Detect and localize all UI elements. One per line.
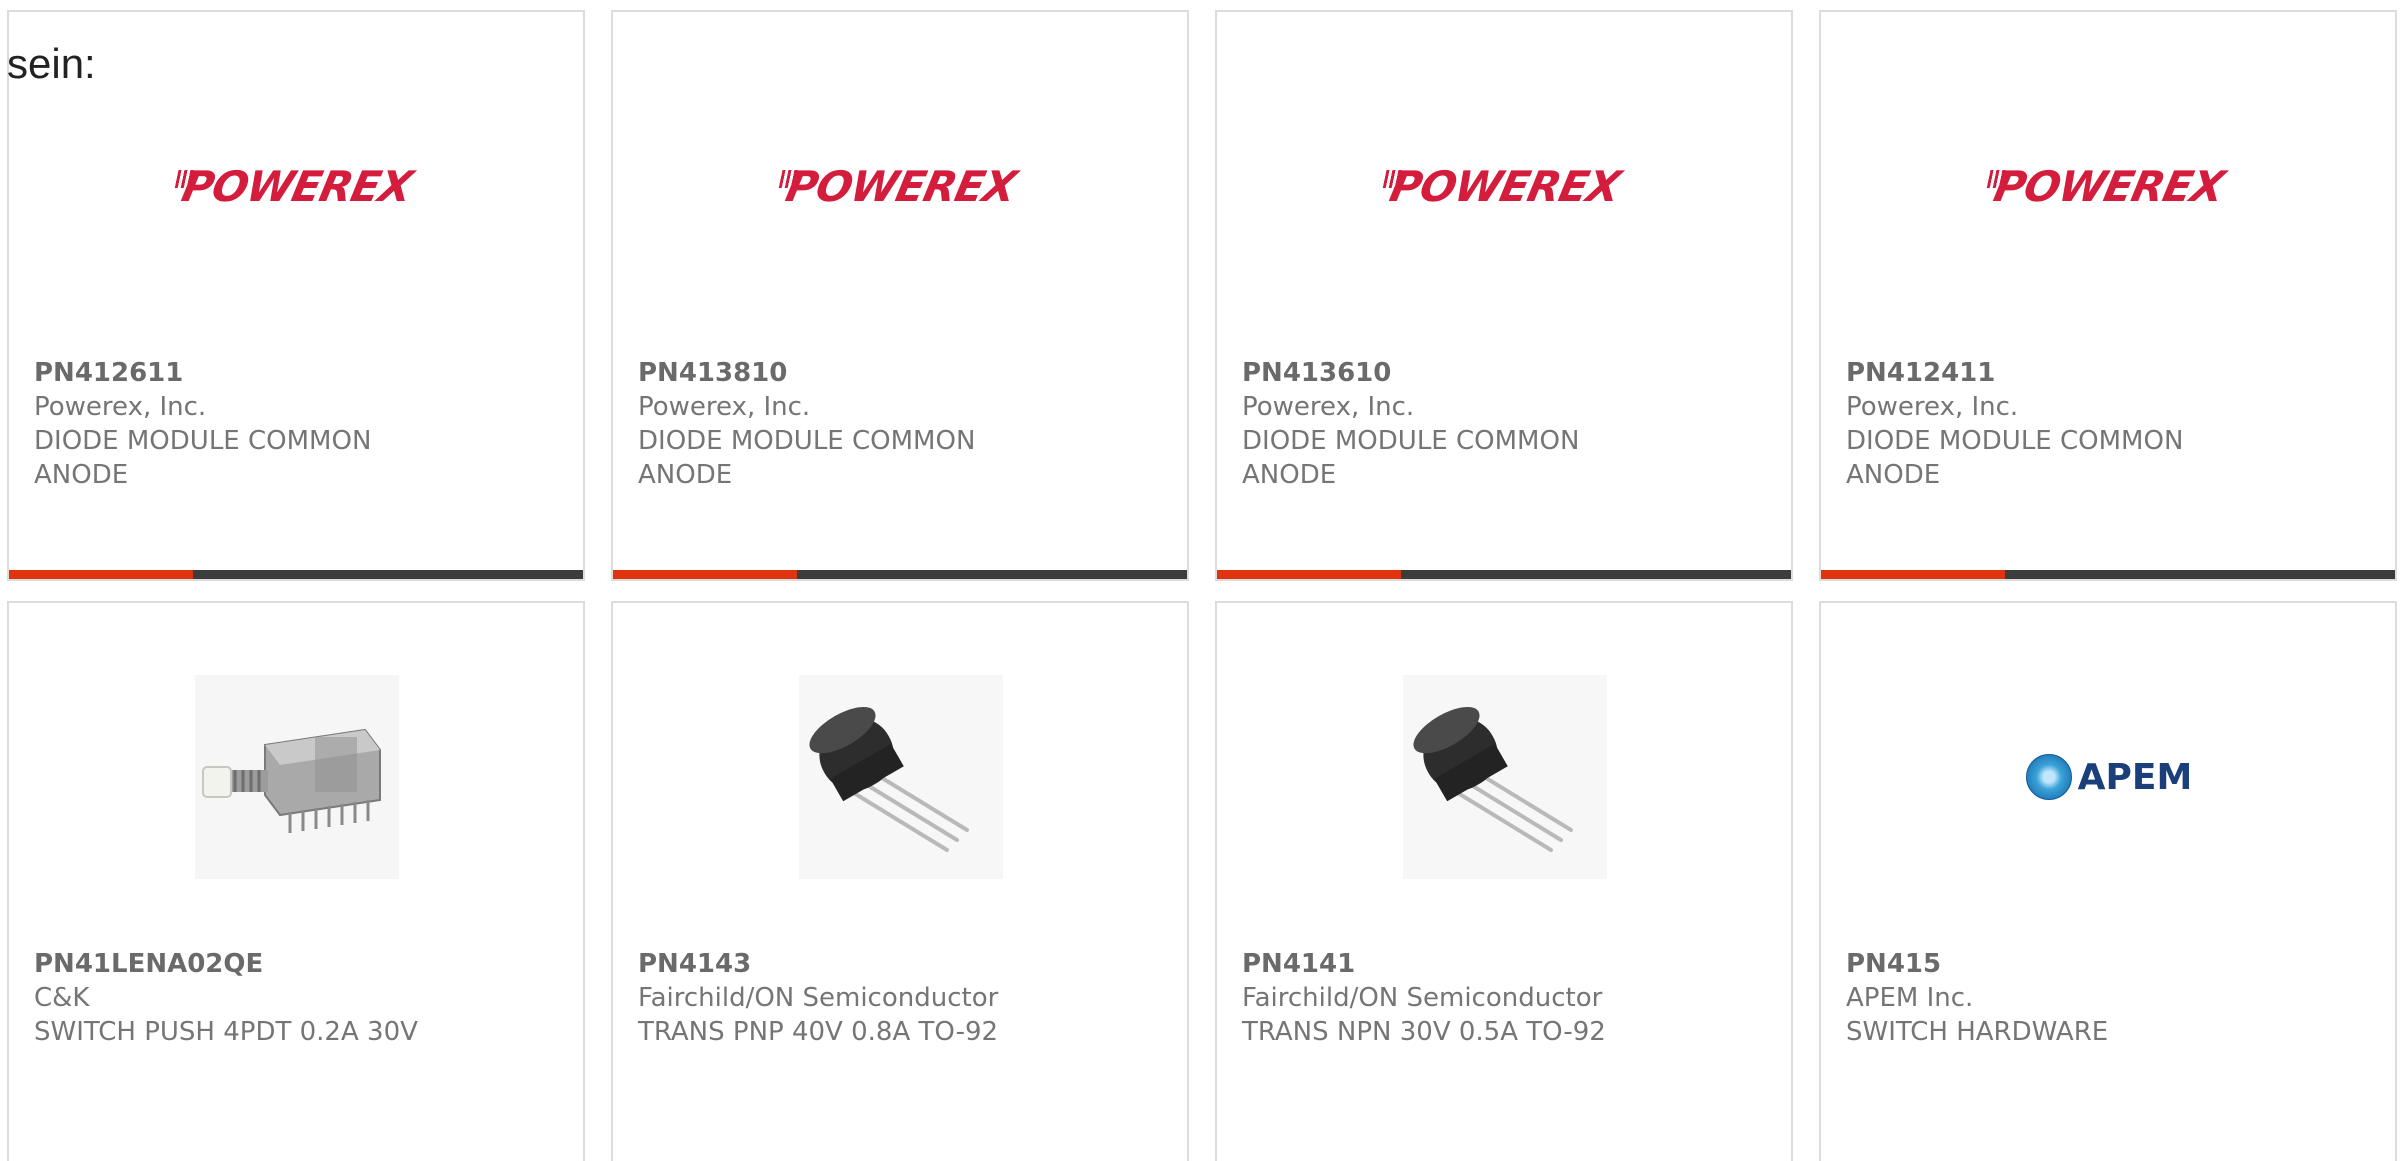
push-switch-image — [195, 675, 399, 879]
part-number[interactable]: PN4141 — [1242, 947, 1762, 981]
description: DIODE MODULE COMMON ANODE — [1846, 426, 2184, 490]
product-card[interactable]: POWEREX PN413610 Powerex, Inc. DIODE MOD… — [1215, 10, 1793, 581]
lead-text: sein: — [7, 40, 96, 87]
product-card[interactable]: POWEREX PN413810 Powerex, Inc. DIODE MOD… — [611, 10, 1189, 581]
product-info: PN4143 Fairchild/ON Semiconductor TRANS … — [638, 947, 1158, 1049]
description: SWITCH PUSH 4PDT 0.2A 30V — [34, 1017, 418, 1047]
progress-fill — [1821, 570, 2005, 579]
apem-logo-text: APEM — [2077, 756, 2193, 798]
progress-bar — [613, 570, 1187, 579]
product-image[interactable]: POWEREX — [782, 84, 1020, 288]
part-number[interactable]: PN413810 — [638, 356, 1158, 390]
manufacturer: APEM Inc. — [1846, 983, 1974, 1013]
to92-transistor-image — [1403, 675, 1607, 879]
product-image[interactable]: APEM — [2007, 675, 2211, 879]
description: SWITCH HARDWARE — [1846, 1017, 2109, 1047]
powerex-logo: POWEREX — [1385, 161, 1625, 211]
powerex-logo: POWEREX — [1989, 161, 2229, 211]
manufacturer: Powerex, Inc. — [1846, 392, 2019, 422]
to92-transistor-image — [799, 675, 1003, 879]
apem-logo: APEM — [2025, 754, 2193, 800]
product-card[interactable]: PN4143 Fairchild/ON Semiconductor TRANS … — [611, 601, 1189, 1161]
progress-bar — [1821, 570, 2395, 579]
product-card[interactable]: APEM PN415 APEM Inc. SWITCH HARDWARE — [1819, 601, 2397, 1161]
part-number[interactable]: PN412611 — [34, 356, 554, 390]
manufacturer: Powerex, Inc. — [1242, 392, 1415, 422]
manufacturer: Powerex, Inc. — [34, 392, 207, 422]
product-info: PN413810 Powerex, Inc. DIODE MODULE COMM… — [638, 356, 1158, 492]
product-grid-page: sein: POWEREX PN412611 Powerex, Inc. DIO… — [0, 0, 2400, 1161]
description: DIODE MODULE COMMON ANODE — [34, 426, 372, 490]
part-number[interactable]: PN41LENA02QE — [34, 947, 554, 981]
product-info: PN4141 Fairchild/ON Semiconductor TRANS … — [1242, 947, 1762, 1049]
product-card[interactable]: POWEREX PN412411 Powerex, Inc. DIODE MOD… — [1819, 10, 2397, 581]
part-number[interactable]: PN4143 — [638, 947, 1158, 981]
apem-globe-icon — [2025, 754, 2072, 800]
description: TRANS NPN 30V 0.5A TO-92 — [1242, 1017, 1606, 1047]
product-image[interactable] — [195, 675, 399, 879]
progress-bar — [9, 570, 583, 579]
manufacturer: C&K — [34, 983, 90, 1013]
part-number[interactable]: PN412411 — [1846, 356, 2366, 390]
powerex-logo: POWEREX — [177, 161, 417, 211]
product-card[interactable]: POWEREX PN412611 Powerex, Inc. DIODE MOD… — [7, 10, 585, 581]
product-image[interactable] — [1403, 675, 1607, 879]
product-card[interactable]: PN4141 Fairchild/ON Semiconductor TRANS … — [1215, 601, 1793, 1161]
description: DIODE MODULE COMMON ANODE — [1242, 426, 1580, 490]
product-info: PN415 APEM Inc. SWITCH HARDWARE — [1846, 947, 2366, 1049]
manufacturer: Fairchild/ON Semiconductor — [638, 983, 999, 1013]
part-number[interactable]: PN413610 — [1242, 356, 1762, 390]
product-info: PN413610 Powerex, Inc. DIODE MODULE COMM… — [1242, 356, 1762, 492]
progress-fill — [9, 570, 193, 579]
part-number[interactable]: PN415 — [1846, 947, 2366, 981]
manufacturer: Powerex, Inc. — [638, 392, 811, 422]
progress-bar — [1217, 570, 1791, 579]
product-image[interactable]: POWEREX — [178, 84, 416, 288]
powerex-logo: POWEREX — [781, 161, 1021, 211]
description: DIODE MODULE COMMON ANODE — [638, 426, 976, 490]
product-image[interactable]: POWEREX — [1386, 84, 1624, 288]
product-image[interactable] — [799, 675, 1003, 879]
product-info: PN412611 Powerex, Inc. DIODE MODULE COMM… — [34, 356, 554, 492]
product-info: PN412411 Powerex, Inc. DIODE MODULE COMM… — [1846, 356, 2366, 492]
product-info: PN41LENA02QE C&K SWITCH PUSH 4PDT 0.2A 3… — [34, 947, 554, 1049]
product-image[interactable]: POWEREX — [1990, 84, 2228, 288]
description: TRANS PNP 40V 0.8A TO-92 — [638, 1017, 999, 1047]
product-card[interactable]: PN41LENA02QE C&K SWITCH PUSH 4PDT 0.2A 3… — [7, 601, 585, 1161]
progress-fill — [613, 570, 797, 579]
progress-fill — [1217, 570, 1401, 579]
manufacturer: Fairchild/ON Semiconductor — [1242, 983, 1603, 1013]
